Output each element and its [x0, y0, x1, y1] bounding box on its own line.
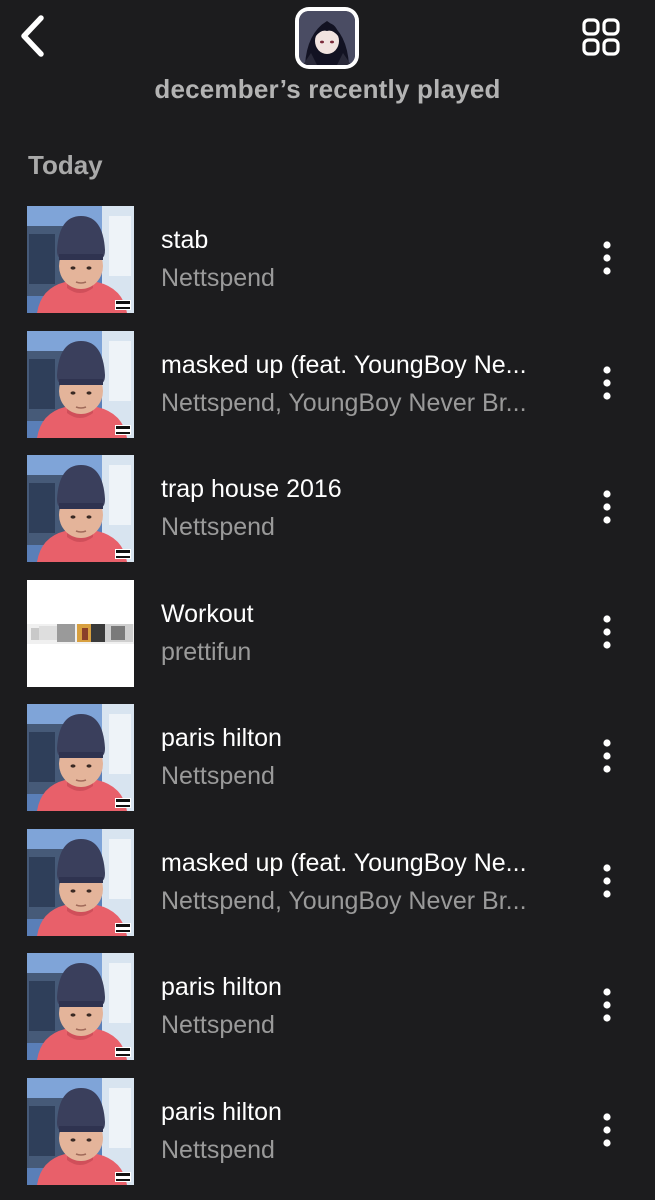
track-row[interactable]: Workout prettifun	[0, 578, 655, 703]
track-artist: Nettspend, YoungBoy Never Br...	[161, 886, 527, 915]
track-title: paris hilton	[161, 1097, 282, 1126]
track-artist: prettifun	[161, 637, 252, 666]
more-options-button[interactable]	[590, 1108, 624, 1152]
track-title: paris hilton	[161, 973, 282, 1001]
track-title: paris hilton	[161, 724, 282, 752]
track-artist: Nettspend	[161, 1135, 275, 1164]
more-options-button[interactable]	[590, 734, 624, 778]
chevron-left-icon	[21, 15, 44, 57]
track-artist: Nettspend, YoungBoy Never Br...	[161, 388, 527, 417]
track-row[interactable]: paris hilton Nettspend	[0, 951, 655, 1076]
track-row[interactable]: trap house 2016 Nettspend	[0, 453, 655, 578]
more-vertical-icon	[603, 739, 611, 773]
track-row[interactable]: masked up (feat. YoungBoy Ne... Nettspen…	[0, 827, 655, 952]
more-options-button[interactable]	[590, 236, 624, 280]
album-cover	[27, 580, 134, 687]
track-title: stab	[161, 226, 209, 254]
album-cover	[27, 1078, 134, 1185]
track-title: trap house 2016	[161, 475, 342, 503]
grid-icon	[582, 18, 620, 56]
more-vertical-icon	[603, 614, 611, 649]
back-button[interactable]	[10, 12, 54, 60]
album-cover	[27, 829, 134, 936]
more-options-button[interactable]	[590, 859, 624, 903]
track-artist: Nettspend	[161, 1011, 275, 1039]
track-artist: Nettspend	[161, 264, 275, 292]
more-vertical-icon	[603, 490, 611, 524]
track-row[interactable]: paris hilton Nettspend	[0, 1076, 655, 1200]
more-vertical-icon	[603, 365, 611, 400]
album-cover	[27, 953, 134, 1060]
more-options-button[interactable]	[590, 610, 624, 654]
header: december’s recently played	[0, 0, 655, 140]
track-title: Workout	[161, 599, 254, 628]
more-options-button[interactable]	[590, 485, 624, 529]
grid-view-button[interactable]	[574, 12, 628, 62]
track-row[interactable]: paris hilton Nettspend	[0, 702, 655, 827]
page-title: december’s recently played	[154, 74, 501, 104]
track-list: stab Nettspend masked up (feat. YoungBoy…	[0, 204, 655, 1200]
track-title: masked up (feat. YoungBoy Ne...	[161, 350, 527, 379]
album-cover	[27, 704, 134, 811]
more-options-button[interactable]	[590, 361, 624, 405]
track-artist: Nettspend	[161, 513, 275, 541]
track-row[interactable]: stab Nettspend	[0, 204, 655, 329]
more-vertical-icon	[603, 863, 611, 898]
more-vertical-icon	[603, 1112, 611, 1147]
track-artist: Nettspend	[161, 762, 275, 790]
track-title: masked up (feat. YoungBoy Ne...	[161, 848, 527, 877]
album-cover	[27, 455, 134, 562]
album-cover	[27, 331, 134, 438]
avatar-image	[299, 11, 355, 65]
track-row[interactable]: masked up (feat. YoungBoy Ne... Nettspen…	[0, 329, 655, 454]
more-vertical-icon	[603, 988, 611, 1022]
album-cover	[27, 206, 134, 313]
more-vertical-icon	[603, 241, 611, 275]
avatar[interactable]	[295, 7, 359, 69]
more-options-button[interactable]	[590, 983, 624, 1027]
section-label-today: Today	[28, 150, 103, 180]
